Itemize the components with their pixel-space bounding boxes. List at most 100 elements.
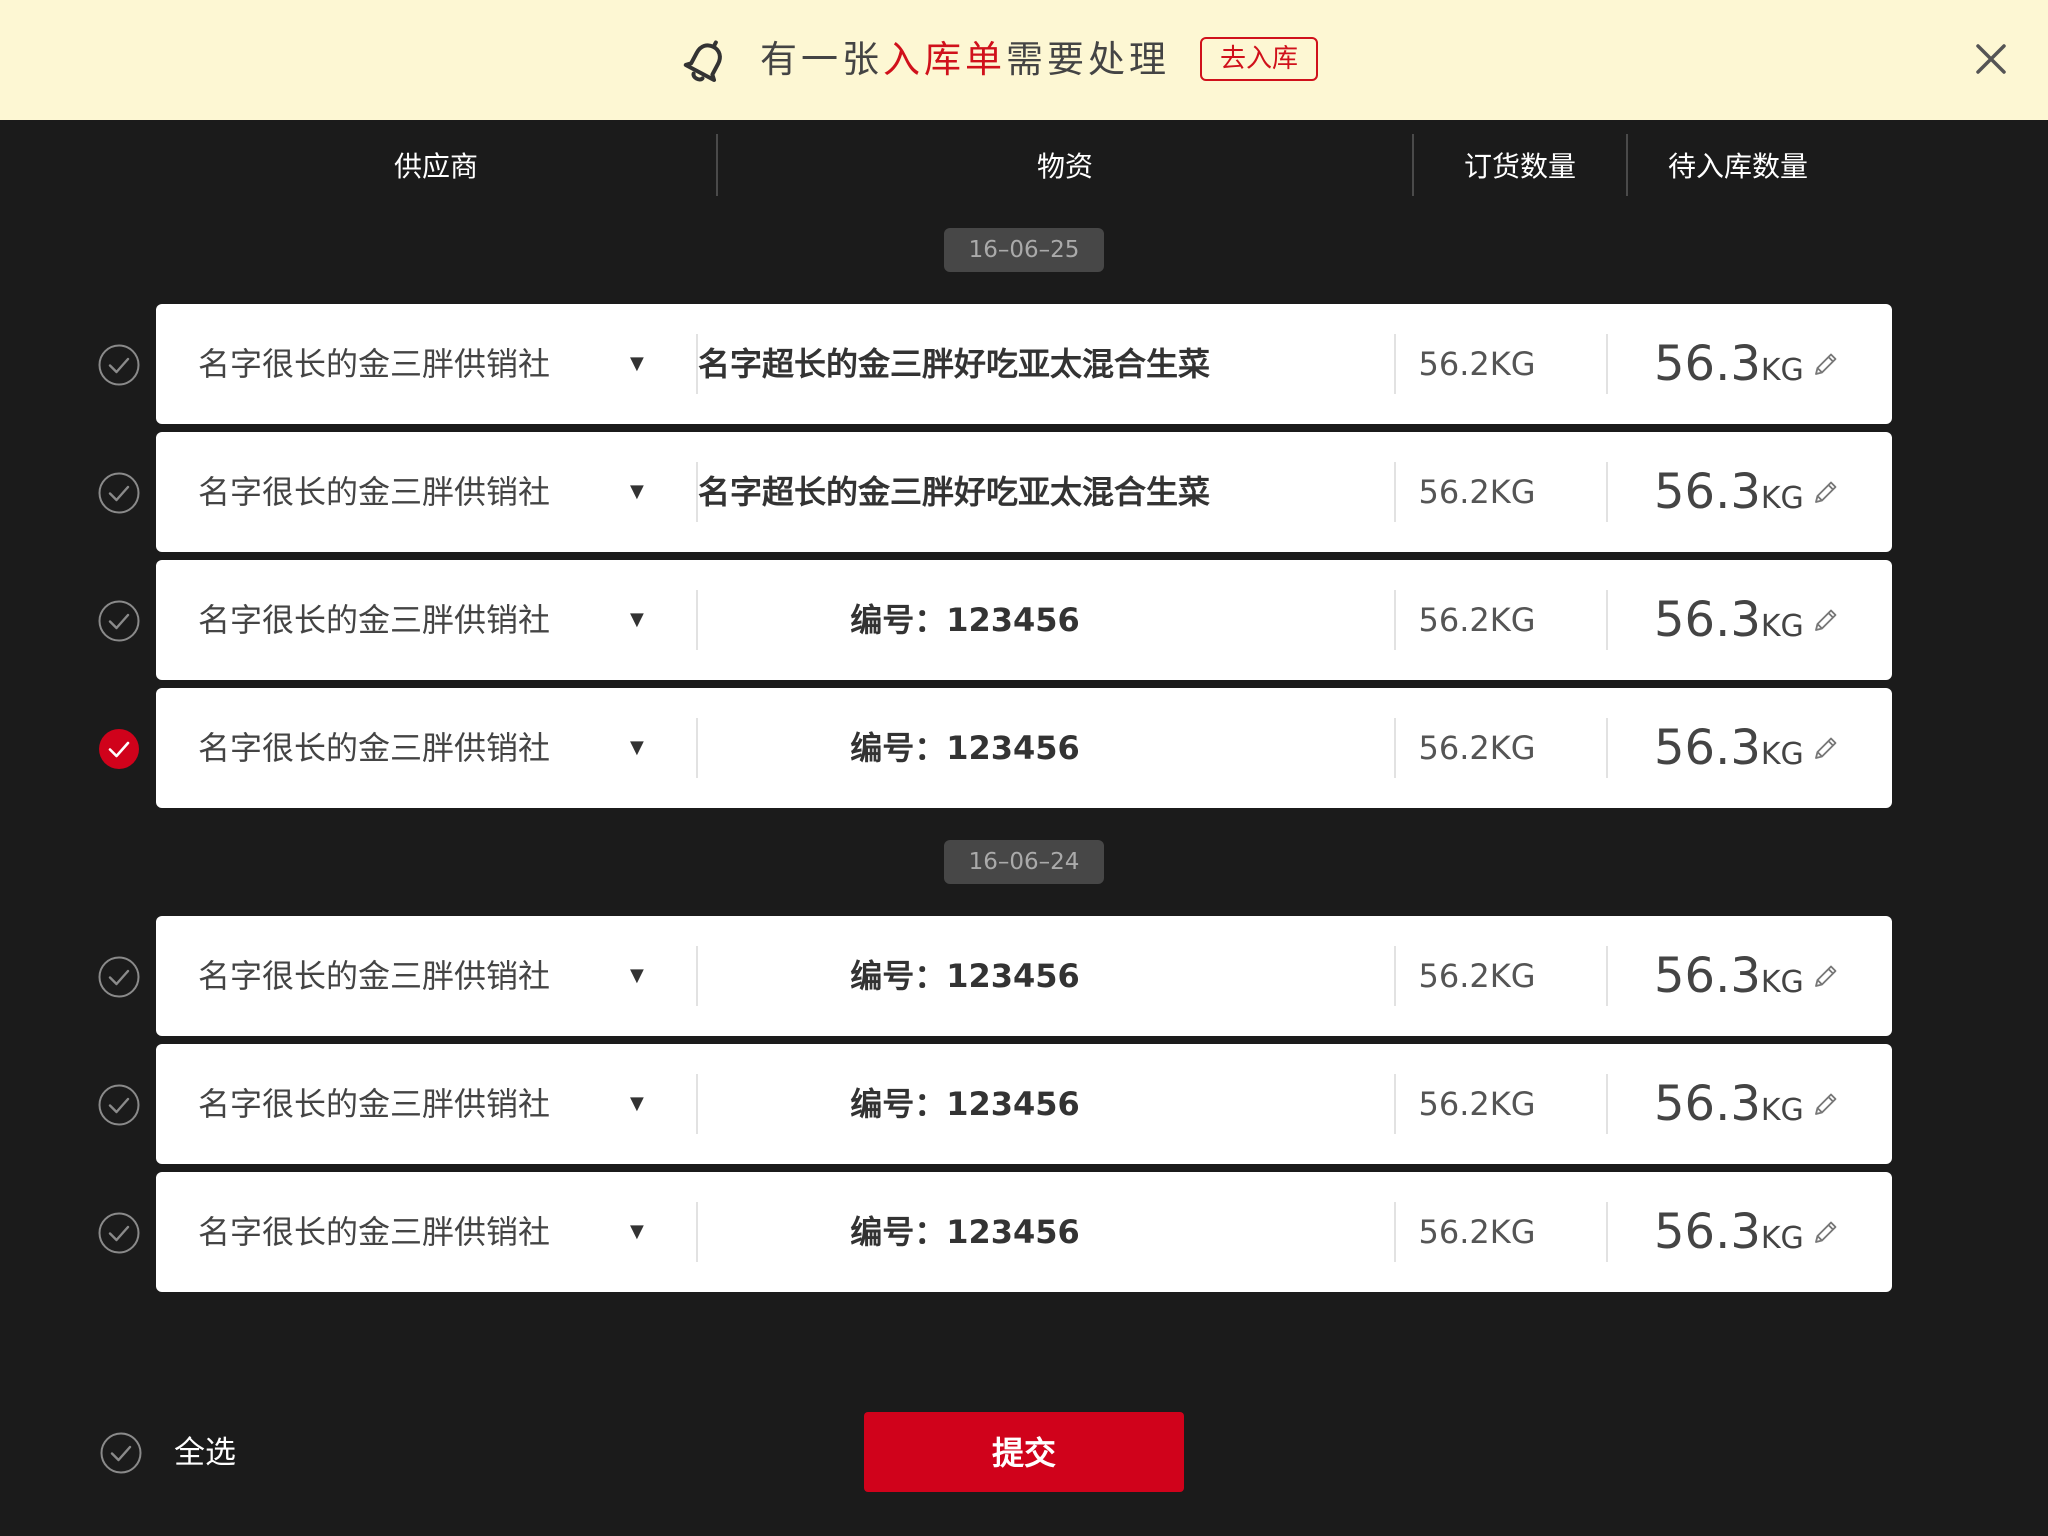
- cell-divider: [1606, 946, 1608, 1006]
- supplier-select[interactable]: 名字很长的金三胖供销社: [198, 916, 550, 1036]
- checkbox-unchecked-icon: [98, 1212, 140, 1254]
- material-name: 编号：123456: [850, 1085, 1080, 1123]
- order-quantity: 56.2KG: [1418, 345, 1536, 383]
- order-quantity: 56.2KG: [1418, 473, 1536, 511]
- banner-message-suffix: 需要处理: [1006, 38, 1170, 81]
- pending-unit: KG: [1760, 1221, 1804, 1256]
- column-header-material: 物资: [1036, 150, 1093, 183]
- row-card: 名字很长的金三胖供销社 ▼ 编号：123456 56.2KG 56.3KG: [156, 688, 1892, 808]
- supplier-select[interactable]: 名字很长的金三胖供销社: [198, 688, 550, 808]
- row-card: 名字很长的金三胖供销社 ▼ 名字超长的金三胖好吃亚太混合生菜 56.2KG 56.3KG: [156, 304, 1892, 424]
- edit-pencil-icon[interactable]: [1812, 478, 1840, 506]
- checkbox-unchecked-icon: [98, 344, 140, 386]
- edit-pencil-icon[interactable]: [1812, 1090, 1840, 1118]
- pending-quantity: 56.3KG: [1654, 304, 1804, 435]
- row-checkbox[interactable]: [98, 600, 140, 642]
- row-card: 名字很长的金三胖供销社 ▼ 编号：123456 56.2KG 56.3KG: [156, 916, 1892, 1036]
- checkbox-unchecked-icon: [98, 956, 140, 998]
- cell-divider: [1606, 1074, 1608, 1134]
- caret-down-icon[interactable]: ▼: [630, 1044, 644, 1164]
- supplier-select[interactable]: 名字很长的金三胖供销社: [198, 304, 550, 424]
- table-header: 供应商 物资 订货数量 待入库数量: [0, 120, 2048, 220]
- row-checkbox[interactable]: [98, 956, 140, 998]
- select-all-checkbox[interactable]: [100, 1432, 142, 1474]
- pending-unit: KG: [1760, 965, 1804, 1000]
- supplier-select[interactable]: 名字很长的金三胖供销社: [198, 1172, 550, 1292]
- cell-divider: [1606, 1202, 1608, 1262]
- caret-down-icon[interactable]: ▼: [630, 304, 644, 424]
- material-name: 编号：123456: [850, 957, 1080, 995]
- pending-quantity: 56.3KG: [1654, 916, 1804, 1047]
- table-row: 名字很长的金三胖供销社 ▼ 编号：123456 56.2KG 56.3KG: [0, 688, 2048, 808]
- caret-down-icon[interactable]: ▼: [630, 560, 644, 680]
- row-checkbox[interactable]: [98, 472, 140, 514]
- material-name: 名字超长的金三胖好吃亚太混合生菜: [698, 345, 1211, 383]
- row-card: 名字很长的金三胖供销社 ▼ 编号：123456 56.2KG 56.3KG: [156, 560, 1892, 680]
- checkbox-unchecked-icon: [98, 472, 140, 514]
- table-row: 名字很长的金三胖供销社 ▼ 名字超长的金三胖好吃亚太混合生菜 56.2KG 56.3KG: [0, 304, 2048, 424]
- go-to-stockin-button[interactable]: 去入库: [1200, 37, 1318, 81]
- date-chip: 16–06–25: [944, 228, 1104, 272]
- table-row: 名字很长的金三胖供销社 ▼ 编号：123456 56.2KG 56.3KG: [0, 560, 2048, 680]
- pending-unit: KG: [1760, 1093, 1804, 1128]
- cell-divider: [1606, 718, 1608, 778]
- cell-divider: [1606, 462, 1608, 522]
- edit-pencil-icon[interactable]: [1812, 962, 1840, 990]
- order-quantity: 56.2KG: [1418, 729, 1536, 767]
- notification-banner: 有一张入库单需要处理 去入库: [0, 0, 2048, 120]
- pending-value: 56.3: [1654, 1076, 1761, 1132]
- material-name: 名字超长的金三胖好吃亚太混合生菜: [698, 473, 1211, 511]
- table-row: 名字很长的金三胖供销社 ▼ 名字超长的金三胖好吃亚太混合生菜 56.2KG 56.3KG: [0, 432, 2048, 552]
- pending-unit: KG: [1760, 481, 1804, 516]
- pending-unit: KG: [1760, 353, 1804, 388]
- supplier-select[interactable]: 名字很长的金三胖供销社: [198, 1044, 550, 1164]
- pending-value: 56.3: [1654, 336, 1761, 392]
- row-checkbox[interactable]: [98, 1084, 140, 1126]
- row-card: 名字很长的金三胖供销社 ▼ 名字超长的金三胖好吃亚太混合生菜 56.2KG 56.3KG: [156, 432, 1892, 552]
- banner-message: 有一张入库单需要处理: [760, 0, 1170, 120]
- material-name: 编号：123456: [850, 1213, 1080, 1251]
- supplier-select[interactable]: 名字很长的金三胖供销社: [198, 432, 550, 552]
- pending-value: 56.3: [1654, 592, 1761, 648]
- material-name: 编号：123456: [850, 601, 1080, 639]
- pending-quantity: 56.3KG: [1654, 560, 1804, 691]
- pending-quantity: 56.3KG: [1654, 432, 1804, 563]
- banner-message-highlight: 入库单: [883, 38, 1006, 81]
- row-card: 名字很长的金三胖供销社 ▼ 编号：123456 56.2KG 56.3KG: [156, 1044, 1892, 1164]
- edit-pencil-icon[interactable]: [1812, 1218, 1840, 1246]
- row-checkbox[interactable]: [98, 344, 140, 386]
- select-all-label: 全选: [174, 1435, 236, 1471]
- edit-pencil-icon[interactable]: [1812, 606, 1840, 634]
- pending-quantity: 56.3KG: [1654, 688, 1804, 819]
- pending-value: 56.3: [1654, 1204, 1761, 1260]
- supplier-select[interactable]: 名字很长的金三胖供销社: [198, 560, 550, 680]
- caret-down-icon[interactable]: ▼: [630, 688, 644, 808]
- date-chip: 16–06–24: [944, 840, 1104, 884]
- order-quantity: 56.2KG: [1418, 1213, 1536, 1251]
- checkbox-unchecked-icon: [98, 600, 140, 642]
- banner-message-prefix: 有一张: [760, 38, 883, 81]
- cell-divider: [1606, 590, 1608, 650]
- caret-down-icon[interactable]: ▼: [630, 432, 644, 552]
- table-row: 名字很长的金三胖供销社 ▼ 编号：123456 56.2KG 56.3KG: [0, 1044, 2048, 1164]
- caret-down-icon[interactable]: ▼: [630, 1172, 644, 1292]
- pending-unit: KG: [1760, 737, 1804, 772]
- row-checkbox[interactable]: [98, 728, 140, 770]
- pending-value: 56.3: [1654, 720, 1761, 776]
- order-quantity: 56.2KG: [1418, 601, 1536, 639]
- table-row: 名字很长的金三胖供销社 ▼ 编号：123456 56.2KG 56.3KG: [0, 1172, 2048, 1292]
- order-quantity: 56.2KG: [1418, 957, 1536, 995]
- row-card: 名字很长的金三胖供销社 ▼ 编号：123456 56.2KG 56.3KG: [156, 1172, 1892, 1292]
- caret-down-icon[interactable]: ▼: [630, 916, 644, 1036]
- material-name: 编号：123456: [850, 729, 1080, 767]
- submit-button[interactable]: 提交: [864, 1412, 1184, 1492]
- row-checkbox[interactable]: [98, 1212, 140, 1254]
- order-quantity: 56.2KG: [1418, 1085, 1536, 1123]
- pending-quantity: 56.3KG: [1654, 1172, 1804, 1303]
- checkbox-checked-icon: [99, 729, 139, 769]
- checkbox-unchecked-icon: [98, 1084, 140, 1126]
- edit-pencil-icon[interactable]: [1812, 734, 1840, 762]
- close-icon[interactable]: [1974, 42, 2008, 76]
- edit-pencil-icon[interactable]: [1812, 350, 1840, 378]
- column-header-pending-qty: 待入库数量: [1667, 150, 1808, 183]
